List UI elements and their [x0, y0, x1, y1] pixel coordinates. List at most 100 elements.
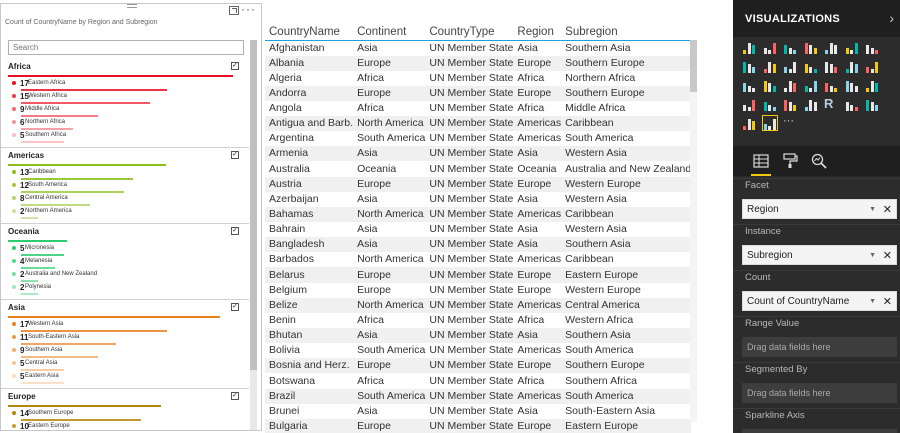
checkbox-icon[interactable]: ✓ — [231, 392, 239, 400]
facet-subregion-item[interactable]: 11 South-Eastern Asia — [1, 332, 249, 345]
facet-group-header[interactable]: Americas ✓ — [1, 150, 249, 162]
collapse-pane-icon[interactable]: › — [889, 10, 894, 26]
line-clustered-icon[interactable] — [804, 59, 818, 73]
pie-icon[interactable] — [865, 59, 879, 73]
table-scrollbar-thumb[interactable] — [690, 40, 697, 92]
stacked-area-icon[interactable] — [763, 59, 777, 73]
facet-scrollbar[interactable] — [250, 40, 257, 430]
facet-subregion-item[interactable]: 5 Eastern Asia — [1, 371, 249, 384]
facet-subregion-item[interactable]: 6 Northern Africa — [1, 117, 249, 130]
facet-subregion-item[interactable]: 5 Micronesia — [1, 243, 249, 256]
remove-field-icon[interactable]: ✕ — [883, 292, 892, 312]
well-label: Instance — [745, 226, 781, 237]
funnel-icon[interactable] — [804, 78, 818, 92]
clustered-column-icon[interactable] — [804, 40, 818, 54]
facet-group-header[interactable]: Europe ✓ — [1, 391, 249, 403]
facet-subregion-item[interactable]: 4 Melanesia — [1, 256, 249, 269]
card-icon[interactable] — [845, 78, 859, 92]
r-visual-icon[interactable]: R — [824, 97, 838, 111]
stacked-bar-icon[interactable] — [742, 40, 756, 54]
facet-subregion-item[interactable]: 5 Southern Africa — [1, 130, 249, 143]
table-cell: Western Europe — [561, 176, 692, 192]
facet-subregion-item[interactable]: 2 Northern America — [1, 206, 249, 219]
chevron-down-icon[interactable]: ▼ — [869, 246, 876, 266]
more-icon[interactable]: ··· — [783, 116, 797, 130]
checkbox-icon[interactable]: ✓ — [231, 303, 239, 311]
field-pill-instance[interactable]: Subregion ▼ ✕ — [742, 245, 897, 265]
area-icon[interactable] — [742, 59, 756, 73]
facet-scrollbar-thumb[interactable] — [250, 40, 257, 370]
facet-group-header[interactable]: Asia ✓ — [1, 302, 249, 314]
facet-subregion-item[interactable]: 8 Central America — [1, 193, 249, 206]
field-pill-facet[interactable]: Region ▼ ✕ — [742, 199, 897, 219]
facet-subregion-item[interactable]: 10 Eastern Europe — [1, 421, 249, 430]
well-separator — [733, 408, 900, 409]
facet-group-header[interactable]: Africa ✓ — [1, 61, 249, 73]
gauge-icon[interactable] — [824, 78, 838, 92]
stacked-column-icon[interactable] — [763, 40, 777, 54]
focus-mode-icon[interactable] — [229, 6, 239, 15]
facet-subregion-item[interactable]: 2 Australia and New Zealand — [1, 269, 249, 282]
table-cell: Angola — [269, 101, 302, 114]
facet-subregion-item[interactable]: 12 South America — [1, 180, 249, 193]
sparkline-icon[interactable] — [742, 116, 756, 130]
line-column-icon[interactable] — [783, 59, 797, 73]
facet-subregion-item[interactable]: 14 Southern Europe — [1, 408, 249, 421]
remove-field-icon[interactable]: ✕ — [883, 246, 892, 266]
facet-subregion-item[interactable]: 5 Central Asia — [1, 358, 249, 371]
table-row: Afghanistan Asia UN Member State Asia Southe… — [265, 40, 691, 56]
custom-network-icon[interactable] — [865, 97, 879, 111]
more-options-icon[interactable]: ··· — [241, 4, 256, 16]
kpi-icon[interactable] — [742, 97, 756, 111]
field-pill-count[interactable]: Count of CountryName ▼ ✕ — [742, 291, 897, 311]
facet-subregion-item[interactable]: 2 Polynesia — [1, 282, 249, 295]
drop-zone-segmented-by[interactable]: Drag data fields here — [742, 383, 897, 403]
filled-map-icon[interactable] — [783, 78, 797, 92]
facet-subregion-item[interactable]: 17 Eastern Africa — [1, 78, 249, 91]
matrix-icon[interactable] — [804, 97, 818, 111]
chevron-down-icon[interactable]: ▼ — [869, 200, 876, 220]
treemap-icon[interactable] — [742, 78, 756, 92]
facet-subregion-item[interactable]: 17 Western Asia — [1, 319, 249, 332]
column-header[interactable]: CountryName — [265, 16, 354, 41]
format-paint-roller-icon[interactable] — [782, 153, 798, 169]
map-icon[interactable] — [763, 78, 777, 92]
fields-tab-icon[interactable] — [751, 153, 771, 176]
checkbox-icon[interactable]: ✓ — [231, 62, 239, 70]
checkbox-icon[interactable]: ✓ — [231, 227, 239, 235]
scatter-icon[interactable] — [845, 59, 859, 73]
icon-glyph-bar — [825, 61, 828, 73]
column-header[interactable]: Continent — [353, 16, 426, 41]
waterfall-icon[interactable] — [824, 59, 838, 73]
line-icon[interactable] — [865, 40, 879, 54]
slicer-icon[interactable] — [763, 97, 777, 111]
globe-icon[interactable] — [845, 97, 859, 111]
subregion-name: Northern America — [25, 208, 72, 214]
column-header[interactable]: CountryType — [425, 16, 514, 41]
remove-field-icon[interactable]: ✕ — [883, 200, 892, 220]
drop-zone-sparkline-axis[interactable]: Drag data fields here — [742, 429, 897, 433]
column-header[interactable]: Region — [513, 16, 562, 41]
facet-subregion-item[interactable]: 13 Caribbean — [1, 167, 249, 180]
table-icon[interactable] — [783, 97, 797, 111]
facet-group-header[interactable]: Oceania ✓ — [1, 226, 249, 238]
subregion-name: Southern Africa — [25, 132, 67, 138]
facet-visual[interactable]: ··· Count of CountryName by Region and S… — [0, 3, 262, 431]
table-scrollbar[interactable] — [690, 40, 697, 422]
search-input[interactable]: Search — [8, 40, 244, 55]
column-header[interactable]: Subregion — [561, 16, 692, 41]
facet-subregion-item[interactable]: 15 Western Africa — [1, 91, 249, 104]
drop-zone-range-value[interactable]: Drag data fields here — [742, 337, 897, 357]
facet-table-icon[interactable] — [761, 115, 778, 131]
analytics-magnifier-icon[interactable] — [811, 153, 827, 169]
facet-subregion-item[interactable]: 9 Southern Asia — [1, 345, 249, 358]
100-bar-icon[interactable] — [824, 40, 838, 54]
drag-grip-icon[interactable] — [127, 4, 137, 8]
checkbox-icon[interactable]: ✓ — [231, 151, 239, 159]
icon-glyph-bar — [834, 88, 837, 92]
clustered-bar-icon[interactable] — [783, 40, 797, 54]
100-column-icon[interactable] — [845, 40, 859, 54]
multirow-card-icon[interactable] — [865, 78, 879, 92]
facet-subregion-item[interactable]: 9 Middle Africa — [1, 104, 249, 117]
chevron-down-icon[interactable]: ▼ — [869, 292, 876, 312]
